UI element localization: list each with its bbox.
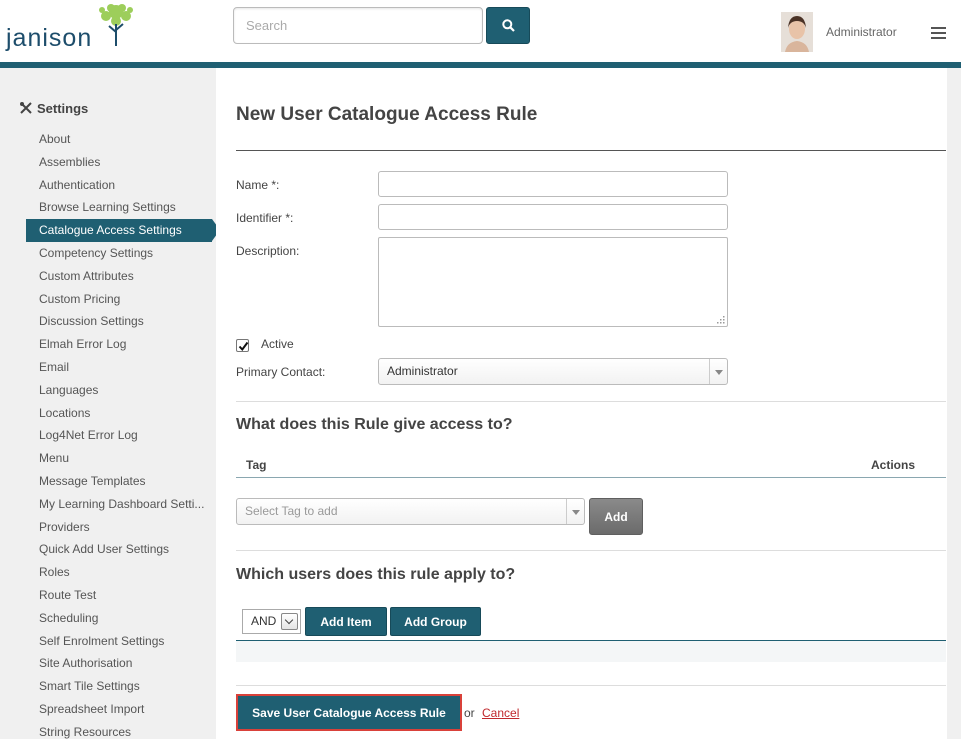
users-heading: Which users does this rule apply to? [236, 566, 516, 583]
sidebar-item-custom-attributes[interactable]: Custom Attributes [26, 265, 216, 288]
tag-column-header: Tag [246, 458, 267, 472]
rule-toolbar: AND Add Item Add Group [236, 600, 946, 641]
sidebar-item-menu[interactable]: Menu [26, 447, 216, 470]
search-icon [502, 19, 515, 32]
main-content: New User Catalogue Access Rule Name *: I… [216, 68, 947, 739]
identifier-input[interactable] [378, 204, 728, 230]
sidebar-item-roles[interactable]: Roles [26, 561, 216, 584]
user-photo-icon [781, 12, 813, 52]
name-input[interactable] [378, 171, 728, 197]
name-label: Name *: [236, 178, 280, 192]
resize-grip-icon[interactable] [716, 315, 725, 324]
section-divider [236, 401, 946, 402]
active-checkbox[interactable] [236, 339, 249, 352]
sidebar-item-scheduling[interactable]: Scheduling [26, 607, 216, 630]
cancel-link[interactable]: Cancel [482, 706, 519, 720]
janison-logo[interactable]: janison [6, 2, 136, 58]
add-group-button[interactable]: Add Group [390, 607, 481, 636]
sidebar-nav: About Assemblies Authentication Browse Lear… [26, 128, 220, 739]
sidebar-item-self-enrolment-settings[interactable]: Self Enrolment Settings [26, 630, 216, 653]
settings-sidebar: Settings About Assemblies Authentication Br… [0, 68, 220, 739]
description-textarea[interactable] [378, 237, 728, 327]
sidebar-title: Settings [19, 101, 88, 116]
tag-table-divider [236, 477, 946, 478]
checkmark-icon [238, 341, 249, 352]
sidebar-item-locations[interactable]: Locations [26, 402, 216, 425]
add-tag-button[interactable]: Add [589, 498, 643, 535]
sidebar-item-about[interactable]: About [26, 128, 216, 151]
search-input[interactable] [233, 7, 483, 44]
add-item-button[interactable]: Add Item [305, 607, 387, 636]
active-label: Active [261, 337, 294, 351]
hamburger-menu-icon[interactable] [931, 27, 946, 39]
sidebar-item-assemblies[interactable]: Assemblies [26, 151, 216, 174]
chevron-down-icon [281, 613, 298, 630]
user-name[interactable]: Administrator [826, 25, 897, 39]
sidebar-item-languages[interactable]: Languages [26, 379, 216, 402]
sidebar-item-competency-settings[interactable]: Competency Settings [26, 242, 216, 265]
title-divider [236, 150, 946, 151]
sidebar-item-string-resources[interactable]: String Resources [26, 721, 216, 739]
identifier-label: Identifier *: [236, 211, 294, 225]
sidebar-item-quick-add-user-settings[interactable]: Quick Add User Settings [26, 538, 216, 561]
sidebar-item-discussion-settings[interactable]: Discussion Settings [26, 310, 216, 333]
search-button[interactable] [486, 7, 530, 44]
logo-text: janison [6, 24, 93, 52]
sidebar-item-site-authorisation[interactable]: Site Authorisation [26, 652, 216, 675]
or-text: or [464, 706, 475, 720]
sidebar-item-my-learning-dashboard-setti[interactable]: My Learning Dashboard Setti... [26, 493, 216, 516]
primary-contact-select[interactable]: Administrator [378, 358, 728, 385]
rule-builder: AND Add Item Add Group [236, 600, 946, 662]
sidebar-item-spreadsheet-import[interactable]: Spreadsheet Import [26, 698, 216, 721]
sidebar-item-authentication[interactable]: Authentication [26, 174, 216, 197]
section-divider [236, 550, 946, 551]
page-title: New User Catalogue Access Rule [236, 104, 538, 125]
description-label: Description: [236, 244, 300, 258]
sidebar-item-route-test[interactable]: Route Test [26, 584, 216, 607]
sidebar-item-message-templates[interactable]: Message Templates [26, 470, 216, 493]
access-heading: What does this Rule give access to? [236, 416, 513, 433]
sidebar-item-log4net-error-log[interactable]: Log4Net Error Log [26, 424, 216, 447]
chevron-down-icon [566, 499, 584, 524]
actions-column-header: Actions [871, 458, 916, 472]
operator-select[interactable]: AND [242, 609, 301, 634]
page-gutter [947, 68, 961, 739]
app-header: janison Administrator [0, 0, 961, 62]
sidebar-item-smart-tile-settings[interactable]: Smart Tile Settings [26, 675, 216, 698]
save-rule-button[interactable]: Save User Catalogue Access Rule [236, 694, 462, 731]
sidebar-item-providers[interactable]: Providers [26, 516, 216, 539]
tag-select[interactable]: Select Tag to add [236, 498, 585, 525]
tree-icon [99, 4, 133, 46]
primary-contact-label: Primary Contact: [236, 365, 326, 379]
sidebar-item-browse-learning-settings[interactable]: Browse Learning Settings [26, 196, 216, 219]
avatar[interactable] [781, 12, 813, 52]
chevron-down-icon [709, 359, 727, 384]
sidebar-item-elmah-error-log[interactable]: Elmah Error Log [26, 333, 216, 356]
sidebar-item-email[interactable]: Email [26, 356, 216, 379]
sidebar-item-catalogue-access-settings[interactable]: Catalogue Access Settings [26, 219, 220, 242]
section-divider [236, 685, 946, 686]
sidebar-item-custom-pricing[interactable]: Custom Pricing [26, 288, 216, 311]
tools-icon [20, 102, 32, 114]
